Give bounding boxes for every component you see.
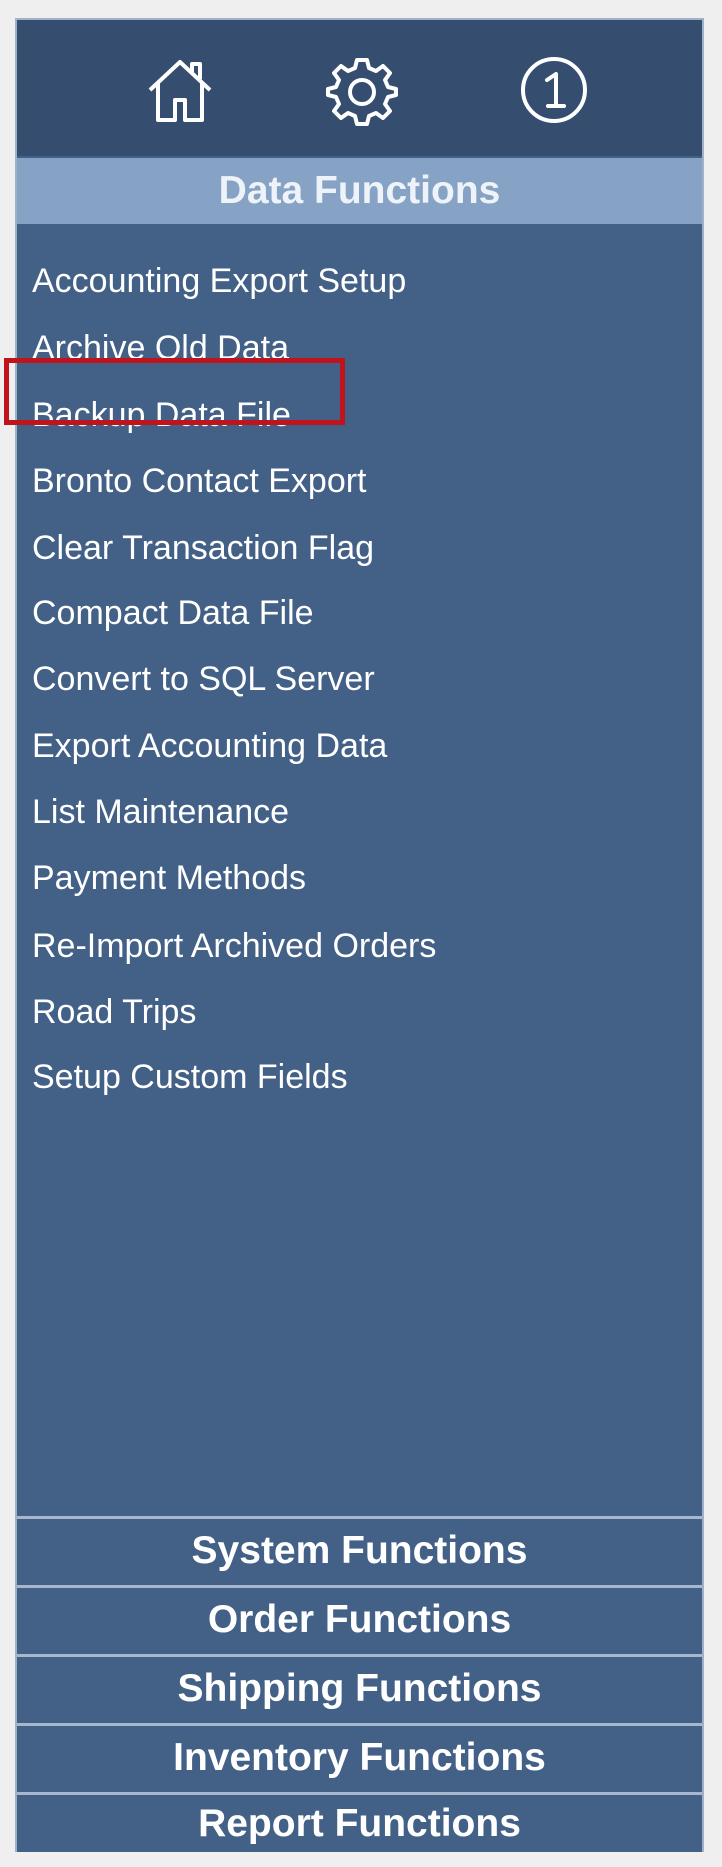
gear-icon xyxy=(326,58,398,126)
section-header-data-functions[interactable]: Data Functions xyxy=(17,158,702,224)
data-functions-menu: Accounting Export Setup Archive Old Data… xyxy=(17,224,702,1516)
menu-item-bronto-contact-export[interactable]: Bronto Contact Export xyxy=(32,455,367,507)
section-header-inventory-functions[interactable]: Inventory Functions xyxy=(17,1723,702,1789)
menu-item-accounting-export-setup[interactable]: Accounting Export Setup xyxy=(32,255,406,307)
settings-button[interactable] xyxy=(322,50,402,130)
menu-item-list-maintenance[interactable]: List Maintenance xyxy=(32,786,289,838)
function-navigation-panel: Data Functions Accounting Export Setup A… xyxy=(15,18,704,1852)
menu-item-backup-data-file[interactable]: Backup Data File xyxy=(32,389,291,441)
menu-item-re-import-archived-orders[interactable]: Re-Import Archived Orders xyxy=(32,920,436,972)
section-header-report-functions[interactable]: Report Functions xyxy=(17,1792,702,1852)
menu-item-export-accounting-data[interactable]: Export Accounting Data xyxy=(32,720,387,772)
menu-item-clear-transaction-flag[interactable]: Clear Transaction Flag xyxy=(32,522,374,574)
section-header-order-functions[interactable]: Order Functions xyxy=(17,1585,702,1651)
menu-item-payment-methods[interactable]: Payment Methods xyxy=(32,852,306,904)
menu-item-compact-data-file[interactable]: Compact Data File xyxy=(32,587,314,639)
section-header-system-functions[interactable]: System Functions xyxy=(17,1516,702,1582)
menu-item-convert-to-sql-server[interactable]: Convert to SQL Server xyxy=(32,653,375,705)
section-header-shipping-functions[interactable]: Shipping Functions xyxy=(17,1654,702,1720)
info-icon xyxy=(521,57,587,123)
home-icon xyxy=(148,60,212,122)
info-button[interactable] xyxy=(514,50,594,130)
menu-item-road-trips[interactable]: Road Trips xyxy=(32,986,196,1038)
toolbar xyxy=(17,20,702,156)
home-button[interactable] xyxy=(140,50,220,130)
menu-item-archive-old-data[interactable]: Archive Old Data xyxy=(32,322,289,374)
menu-item-setup-custom-fields[interactable]: Setup Custom Fields xyxy=(32,1051,348,1103)
